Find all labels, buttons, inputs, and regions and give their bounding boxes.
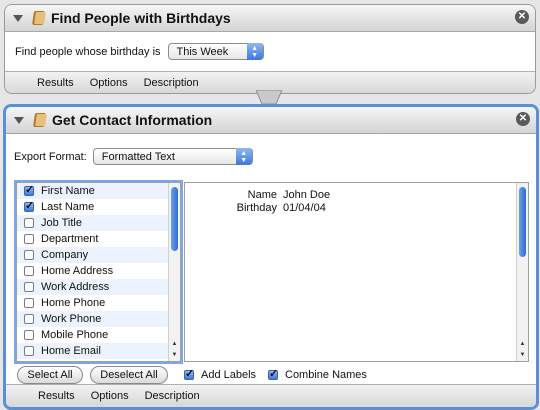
contact-field-checkbox[interactable] bbox=[24, 330, 34, 340]
export-format-value: Formatted Text bbox=[101, 150, 175, 163]
contact-field-checkbox[interactable] bbox=[24, 250, 34, 260]
popup-arrows-icon: ▲ ▼ bbox=[235, 148, 252, 165]
contact-field-label: Last Name bbox=[41, 201, 95, 213]
add-labels-option[interactable]: Add Labels bbox=[184, 367, 257, 381]
action-tabs: Results Options Description bbox=[6, 384, 536, 407]
combine-names-checkbox[interactable] bbox=[268, 367, 278, 380]
scroll-down-icon[interactable]: ▼ bbox=[169, 350, 180, 361]
tab-results[interactable]: Results bbox=[37, 77, 74, 89]
contact-field-item[interactable]: Home Email bbox=[17, 343, 180, 359]
contact-field-checkbox[interactable] bbox=[24, 266, 34, 276]
birthday-value: 01/04/04 bbox=[283, 202, 326, 214]
contact-field-label: Company bbox=[41, 249, 89, 261]
action-header[interactable]: Get Contact Information ✕ bbox=[6, 107, 536, 134]
automator-action-icon bbox=[32, 112, 48, 128]
contact-field-item[interactable]: Department bbox=[17, 231, 180, 247]
contact-field-label: Work Phone bbox=[41, 313, 102, 325]
scroll-thumb[interactable] bbox=[519, 187, 526, 257]
contact-field-label: Mobile Phone bbox=[41, 329, 109, 341]
select-all-button[interactable]: Select All bbox=[17, 366, 83, 384]
birthday-key: Birthday bbox=[236, 202, 277, 214]
contact-field-item[interactable]: Home Address bbox=[17, 263, 180, 279]
contact-field-item[interactable]: Mobile Phone bbox=[17, 327, 180, 343]
deselect-all-button[interactable]: Deselect All bbox=[90, 366, 168, 384]
contact-field-item[interactable]: Company bbox=[17, 247, 180, 263]
action-title: Find People with Birthdays bbox=[51, 10, 231, 26]
contact-field-item[interactable]: Last Name bbox=[17, 199, 180, 215]
tab-results[interactable]: Results bbox=[38, 390, 75, 402]
contact-field-label: Home Phone bbox=[41, 297, 106, 309]
popup-arrows-icon: ▲ ▼ bbox=[246, 43, 263, 60]
contact-field-label: Home Address bbox=[41, 265, 114, 277]
action-find-people: Find People with Birthdays ✕ Find people… bbox=[4, 4, 536, 94]
scroll-up-icon[interactable]: ▲ bbox=[517, 339, 528, 350]
add-labels-label: Add Labels bbox=[201, 369, 257, 381]
action-body: Export Format: Formatted Text ▲▼ First N… bbox=[6, 134, 536, 384]
scroll-thumb[interactable] bbox=[171, 187, 178, 251]
action-title: Get Contact Information bbox=[52, 112, 213, 128]
tab-description[interactable]: Description bbox=[144, 77, 199, 89]
close-icon[interactable]: ✕ bbox=[516, 112, 530, 126]
birthday-period-select[interactable]: This Week ▲ ▼ bbox=[167, 43, 264, 60]
contact-field-checkbox[interactable] bbox=[24, 314, 34, 324]
birthday-period-value: This Week bbox=[176, 45, 229, 58]
contact-field-label: Home Email bbox=[41, 345, 101, 357]
contact-field-checkbox[interactable] bbox=[24, 234, 34, 244]
list-scrollbar[interactable]: ▲ ▼ bbox=[168, 183, 180, 361]
contact-field-checkbox[interactable] bbox=[24, 282, 34, 292]
contact-field-label: Work Address bbox=[41, 281, 110, 293]
disclosure-triangle-icon[interactable] bbox=[14, 116, 24, 124]
add-labels-checkbox[interactable] bbox=[184, 367, 194, 380]
contact-field-item[interactable]: Work Phone bbox=[17, 311, 180, 327]
export-format-select[interactable]: Formatted Text ▲ ▼ bbox=[92, 148, 253, 165]
contact-field-item[interactable]: Job Title bbox=[17, 215, 180, 231]
results-text-view[interactable]: Name John Doe Birthday 01/04/04 ▲ ▼ bbox=[184, 182, 529, 362]
contact-field-checkbox[interactable] bbox=[24, 298, 34, 308]
contact-field-label: Department bbox=[41, 233, 99, 245]
combine-names-label: Combine Names bbox=[285, 369, 367, 381]
name-value: John Doe bbox=[283, 189, 331, 201]
contact-field-checkbox[interactable] bbox=[24, 199, 34, 212]
contact-field-label: First Name bbox=[41, 185, 95, 197]
combine-names-option[interactable]: Combine Names bbox=[268, 367, 367, 381]
action-header[interactable]: Find People with Birthdays ✕ bbox=[5, 5, 535, 32]
disclosure-triangle-icon[interactable] bbox=[13, 14, 23, 22]
scroll-down-icon[interactable]: ▼ bbox=[517, 350, 528, 361]
tab-description[interactable]: Description bbox=[145, 390, 200, 402]
contact-field-label: Job Title bbox=[41, 217, 82, 229]
contact-fields-list[interactable]: First Name Last Name Job Title Department Co… bbox=[16, 182, 181, 362]
find-label: Find people whose birthday is bbox=[15, 45, 161, 58]
contact-field-item[interactable]: First Name bbox=[17, 183, 180, 199]
contact-field-item[interactable]: Home Phone bbox=[17, 295, 180, 311]
contact-field-item[interactable]: Work Address bbox=[17, 279, 180, 295]
contact-field-checkbox[interactable] bbox=[24, 183, 34, 196]
contact-field-checkbox[interactable] bbox=[24, 346, 34, 356]
tab-options[interactable]: Options bbox=[90, 77, 128, 89]
scroll-up-icon[interactable]: ▲ bbox=[169, 339, 180, 350]
action-body: Find people whose birthday is This Week … bbox=[5, 32, 535, 71]
tab-options[interactable]: Options bbox=[91, 390, 129, 402]
name-key: Name bbox=[247, 189, 277, 201]
automator-action-icon bbox=[31, 10, 47, 26]
contact-field-checkbox[interactable] bbox=[24, 218, 34, 228]
action-get-contact-info: Get Contact Information ✕ Export Format:… bbox=[3, 104, 539, 410]
export-format-label: Export Format: bbox=[14, 150, 87, 163]
text-scrollbar[interactable]: ▲ ▼ bbox=[516, 183, 528, 361]
close-icon[interactable]: ✕ bbox=[515, 10, 529, 24]
